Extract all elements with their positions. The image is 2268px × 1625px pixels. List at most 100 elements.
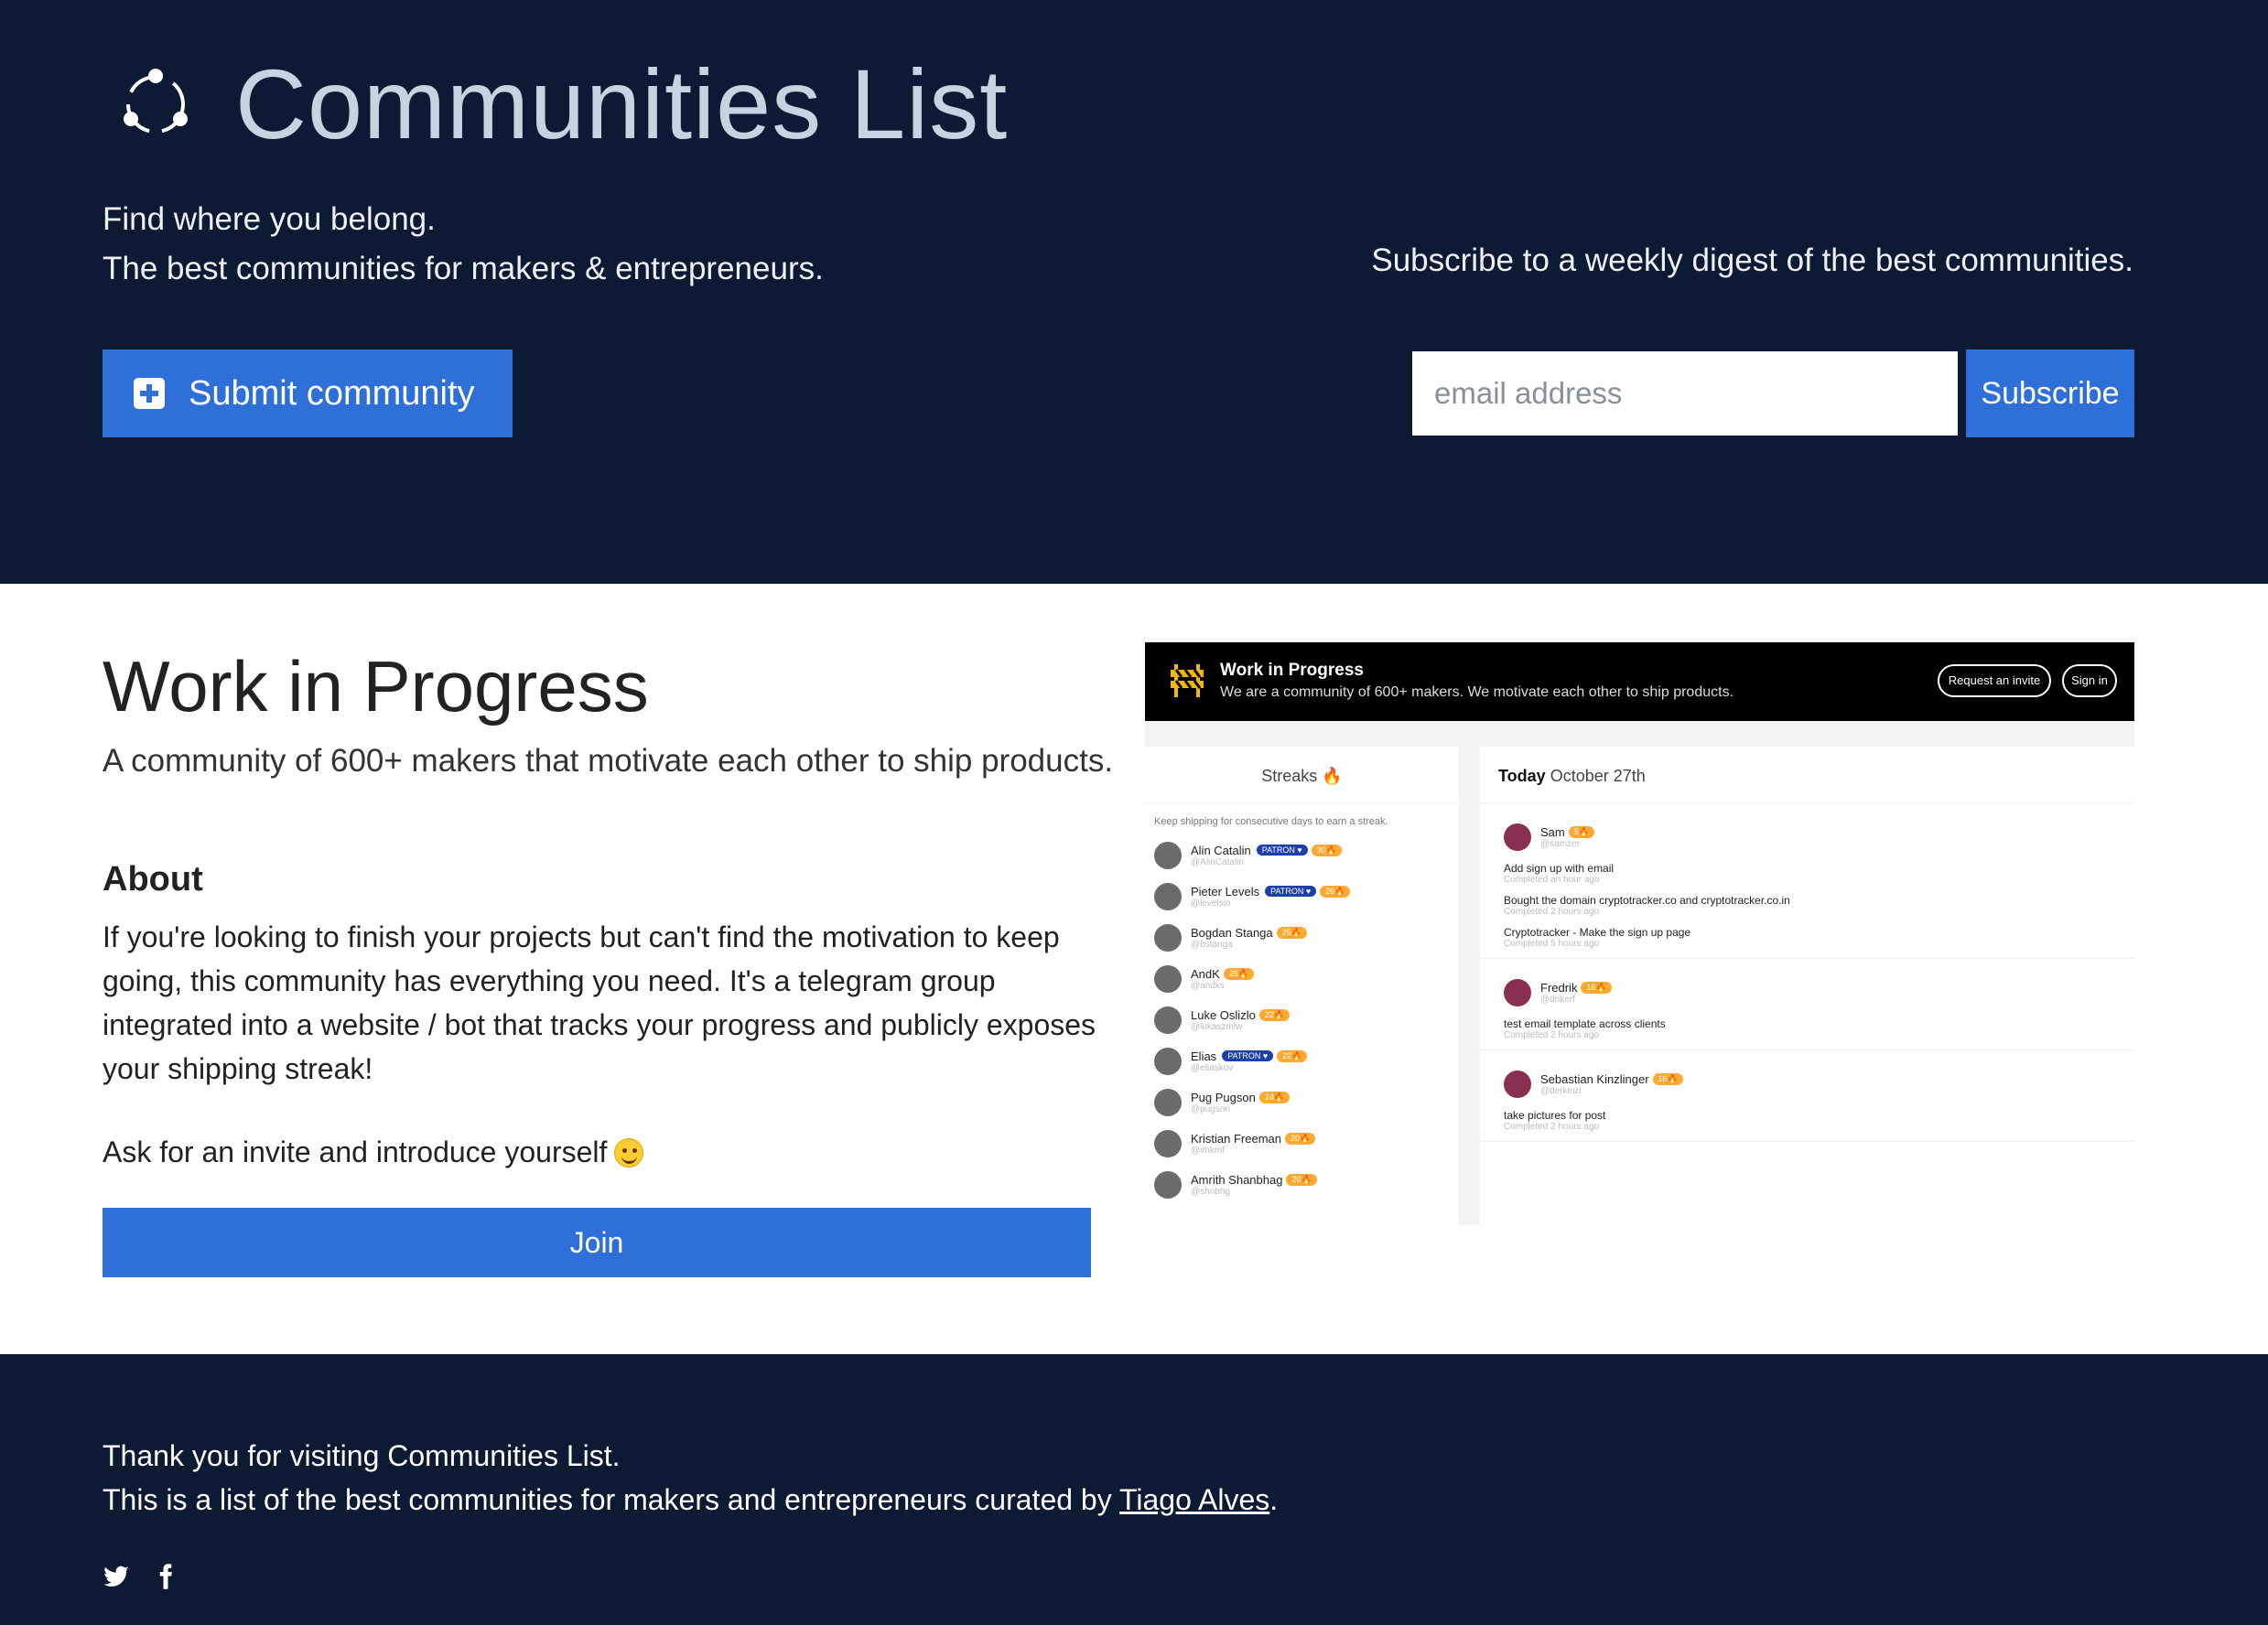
preview-streak-row: AndK 25🔥 @andks xyxy=(1145,958,1459,999)
plus-square-icon xyxy=(134,378,165,409)
construction-barrier-icon xyxy=(1171,664,1204,697)
preview-feed-user: Sam 5🔥 @samzer xyxy=(1504,823,2134,851)
streak-badge: 16🔥 xyxy=(1581,982,1612,994)
preview-feed-user-info: Sebastian Kinzlinger 16🔥 @derkinzi xyxy=(1540,1072,1683,1096)
avatar xyxy=(1154,923,1182,952)
site-footer: Thank you for visiting Communities List.… xyxy=(0,1354,2268,1625)
avatar xyxy=(1154,841,1182,869)
preview-feed-item: Sam 5🔥 @samzer Add sign up with email Comple… xyxy=(1480,803,2134,959)
join-button[interactable]: Join xyxy=(103,1208,1091,1277)
preview-streak-handle: @shnbhg xyxy=(1191,1186,1230,1197)
preview-streak-name-line: Pieter Levels PATRON ♥ 26🔥 xyxy=(1191,884,1351,899)
preview-title: Work in Progress xyxy=(1220,661,1364,680)
preview-streaks-note: Keep shipping for consecutive days to ea… xyxy=(1154,816,1388,827)
facebook-icon[interactable] xyxy=(152,1563,179,1590)
submit-community-label: Submit community xyxy=(189,373,475,413)
tagline-line-2: The best communities for makers & entrep… xyxy=(103,251,824,286)
preview-feed-user: Fredrik 16🔥 @drikerf xyxy=(1504,979,2134,1006)
preview-streak-name: Alin Catalin xyxy=(1191,843,1251,857)
preview-streak-name-line: Luke Oslizlo 22🔥 xyxy=(1191,1008,1291,1022)
preview-task: test email template across clients xyxy=(1504,1017,1666,1030)
preview-streak-user: AndK 25🔥 @andks xyxy=(1191,966,1255,991)
preview-streak-handle: @bstanga xyxy=(1191,939,1233,950)
streak-badge: 26🔥 xyxy=(1320,885,1351,898)
brand[interactable]: Communities List xyxy=(114,55,1008,154)
streak-badge: 20🔥 xyxy=(1284,1132,1316,1145)
preview-feed-item: Fredrik 16🔥 @drikerf test email template ac… xyxy=(1480,959,2134,1050)
preview-streak-handle: @eliaskov xyxy=(1191,1062,1234,1073)
preview-streak-name-line: AndK 25🔥 xyxy=(1191,966,1255,981)
preview-streak-user: Pieter Levels PATRON ♥ 26🔥 @levelsio xyxy=(1191,884,1351,909)
submit-community-button[interactable]: Submit community xyxy=(103,350,513,437)
preview-streak-name: Kristian Freeman xyxy=(1191,1131,1281,1146)
preview-today-header: Today October 27th xyxy=(1480,747,2134,803)
preview-streak-handle: @levelsio xyxy=(1191,898,1231,909)
community-name: Work in Progress xyxy=(103,646,649,726)
avatar xyxy=(1504,1071,1531,1098)
streak-badge: 24🔥 xyxy=(1258,1091,1291,1103)
patron-badge: PATRON ♥ xyxy=(1222,1050,1274,1061)
streak-badge: 25🔥 xyxy=(1276,926,1307,939)
preview-streak-handle: @lukaszmlw xyxy=(1191,1021,1243,1032)
preview-streak-name-line: Bogdan Stanga 25🔥 xyxy=(1191,926,1307,940)
preview-task: Cryptotracker - Make the sign up page xyxy=(1504,926,1691,939)
streak-badge: 25🔥 xyxy=(1223,967,1255,980)
preview-streak-name-line: Elias PATRON ♥ 22🔥 xyxy=(1191,1049,1308,1063)
preview-streak-user: Luke Oslizlo 22🔥 @lukaszmlw xyxy=(1191,1008,1291,1032)
preview-streak-row: Luke Oslizlo 22🔥 @lukaszmlw xyxy=(1145,999,1459,1040)
preview-feed-name: Sebastian Kinzlinger xyxy=(1540,1072,1649,1086)
preview-streak-user: Pug Pugson 24🔥 @pugson xyxy=(1191,1091,1291,1114)
preview-streak-name-line: Alin Catalin PATRON ♥ 30🔥 xyxy=(1191,844,1342,857)
preview-streak-name: Elias xyxy=(1191,1049,1217,1063)
preview-task-time: Completed 2 hours ago xyxy=(1504,907,1599,917)
avatar xyxy=(1154,1047,1182,1075)
preview-task: Add sign up with email xyxy=(1504,862,1615,875)
hero-header: Communities List Find where you belong. … xyxy=(0,0,2268,584)
preview-streak-name-line: Pug Pugson 24🔥 xyxy=(1191,1091,1291,1104)
preview-streak-handle: @imkmf xyxy=(1191,1145,1225,1156)
about-heading: About xyxy=(103,860,203,899)
avatar xyxy=(1154,1170,1182,1199)
preview-streak-name: Amrith Shanbhag xyxy=(1191,1172,1283,1187)
preview-streak-user: Bogdan Stanga 25🔥 @bstanga xyxy=(1191,926,1307,950)
preview-feed-handle: @samzer xyxy=(1540,839,1580,849)
preview-feed-user: Sebastian Kinzlinger 16🔥 @derkinzi xyxy=(1504,1071,2134,1098)
preview-feed-name: Fredrik xyxy=(1540,981,1578,995)
subscribe-button[interactable]: Subscribe xyxy=(1966,350,2134,437)
invite-text: Ask for an invite and introduce yourself xyxy=(103,1135,608,1168)
preview-streak-user: Kristian Freeman 20🔥 @imkmf xyxy=(1191,1131,1316,1156)
footer-curated-prefix: This is a list of the best communities f… xyxy=(103,1483,1120,1516)
footer-curated-suffix: . xyxy=(1269,1483,1279,1516)
site-title: Communities List xyxy=(235,48,1009,159)
streak-badge: 22🔥 xyxy=(1258,1008,1291,1021)
preview-topbar: Work in Progress We are a community of 6… xyxy=(1145,642,2134,721)
author-link[interactable]: Tiago Alves xyxy=(1119,1483,1269,1516)
preview-feed-user-info: Sam 5🔥 @samzer xyxy=(1540,825,1594,849)
preview-task: Bought the domain cryptotracker.co and c… xyxy=(1504,894,1790,907)
avatar xyxy=(1154,882,1182,910)
preview-streak-row: Bogdan Stanga 25🔥 @bstanga xyxy=(1145,917,1459,958)
preview-task-time: Completed 2 hours ago xyxy=(1504,1030,1599,1040)
preview-streak-row: Pug Pugson 24🔥 @pugson xyxy=(1145,1082,1459,1123)
avatar xyxy=(1154,1129,1182,1157)
twitter-icon[interactable] xyxy=(103,1563,130,1590)
preview-today-label: Today xyxy=(1498,767,1546,785)
tagline: Find where you belong. The best communit… xyxy=(103,195,824,294)
community-screenshot: Work in Progress We are a community of 6… xyxy=(1145,642,2134,1225)
preview-streak-name: AndK xyxy=(1191,966,1220,981)
avatar xyxy=(1504,823,1531,851)
preview-streak-row: Elias PATRON ♥ 22🔥 @eliaskov xyxy=(1145,1040,1459,1082)
preview-task-time: Completed 5 hours ago xyxy=(1504,939,1599,949)
avatar xyxy=(1504,979,1531,1006)
community-description: A community of 600+ makers that motivate… xyxy=(103,743,1114,779)
preview-streak-name: Pieter Levels xyxy=(1191,884,1260,899)
avatar xyxy=(1154,1006,1182,1034)
email-input[interactable] xyxy=(1412,351,1958,436)
patron-badge: PATRON ♥ xyxy=(1265,886,1317,897)
preview-feed-name-line: Fredrik 16🔥 xyxy=(1540,981,1612,995)
subscribe-description: Subscribe to a weekly digest of the best… xyxy=(1371,242,2133,278)
footer-curated-line: This is a list of the best communities f… xyxy=(103,1478,1278,1522)
preview-streak-name-line: Amrith Shanbhag 20🔥 xyxy=(1191,1173,1317,1187)
community-circle-icon xyxy=(124,69,188,134)
preview-streak-name-line: Kristian Freeman 20🔥 xyxy=(1191,1131,1316,1146)
